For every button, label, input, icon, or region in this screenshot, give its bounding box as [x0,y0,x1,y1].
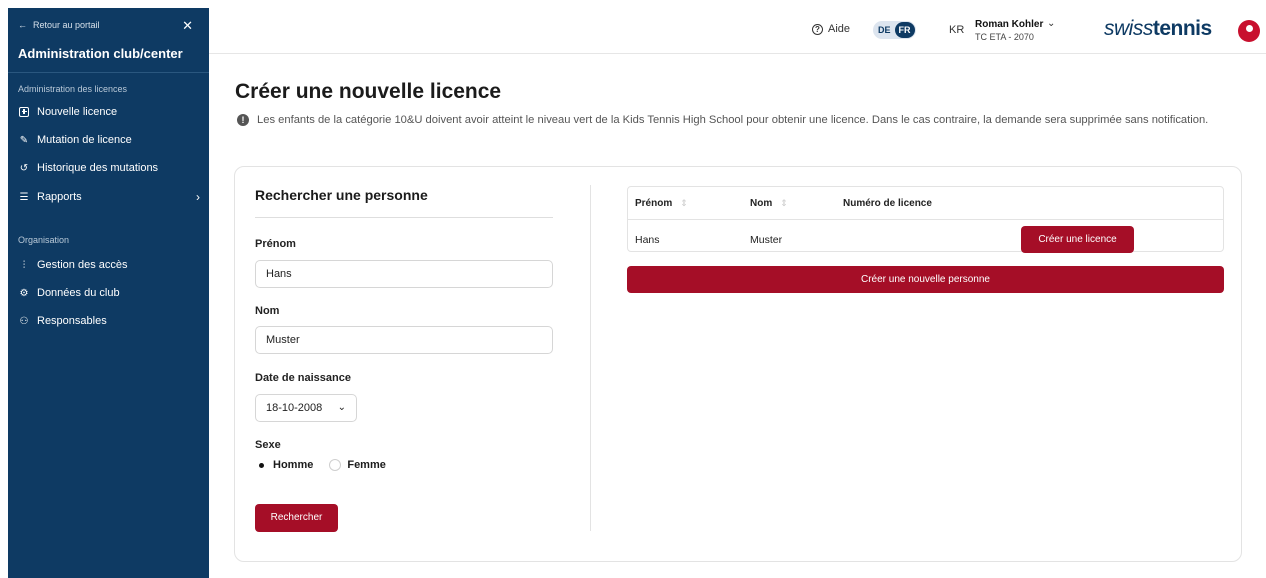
section-license-admin: Administration des licences [18,84,128,94]
gear-icon: ⚙ [19,287,29,299]
sliders-icon: ⫶ [22,259,26,271]
sidebar-divider [8,72,209,73]
last-name-input[interactable]: Muster [255,326,553,354]
help-label: Aide [828,23,851,35]
help-link[interactable]: ? Aide [812,23,850,35]
first-name-label: Prénom [255,238,296,250]
brand-logo-icon [1238,20,1260,42]
back-to-portal-link[interactable]: ← Retour au portail [18,20,100,30]
radio-label: Femme [347,459,386,471]
dob-value: 18-10-2008 [266,402,323,414]
radio-homme[interactable]: Homme [255,459,313,471]
help-icon: ? [812,23,823,35]
sidebar-title: Administration club/center [18,46,183,61]
sidebar-item-label: Données du club [37,287,120,299]
sort-icon[interactable]: ⇕ [780,198,788,208]
info-icon: ! [237,114,249,126]
search-form-header: Rechercher une personne [255,187,553,218]
radio-femme[interactable]: Femme [329,459,386,471]
radio-unselected-icon [329,459,342,471]
sidebar-item-club-data[interactable]: ⚙ Données du club [18,287,200,299]
sidebar: ← Retour au portail ✕ Administration clu… [8,8,209,578]
sidebar-item-label: Responsables [37,315,107,327]
brand-tennis: tennis [1152,17,1212,40]
edit-icon: ✎ [19,134,29,146]
create-new-person-button[interactable]: Créer une nouvelle personne [627,266,1224,293]
history-icon: ↺ [19,162,29,174]
top-header: ? Aide DE FR KR Roman Kohler TC ETA - 20… [209,8,1266,54]
section-organisation: Organisation [18,235,70,245]
users-icon: ⚇ [19,315,29,327]
user-club: TC ETA - 2070 [975,32,1034,42]
sidebar-item-label: Mutation de licence [37,134,132,146]
sidebar-item-responsables[interactable]: ⚇ Responsables [18,315,200,327]
lang-fr-button[interactable]: FR [894,22,915,38]
cell-last-name: Muster [750,234,783,246]
sex-label: Sexe [255,439,281,451]
sidebar-item-mutation-history[interactable]: ↺ Historique des mutations [18,162,200,174]
sidebar-item-license-mutation[interactable]: ✎ Mutation de licence [18,134,200,146]
dob-label: Date de naissance [255,372,351,384]
chevron-down-icon[interactable]: ⌄ [1047,18,1055,29]
plus-box-icon [18,106,30,118]
dob-select[interactable]: 18-10-2008 ⌄ [255,394,357,422]
cell-first-name: Hans [635,234,660,246]
sidebar-item-reports[interactable]: ☰ Rapports › [18,190,200,204]
search-card: Rechercher une personne Prénom Hans Nom … [234,166,1242,562]
brand-swiss: swiss [1104,17,1153,40]
results-table: Prénom ⇕ Nom ⇕ Numéro de licence Hans Must… [627,186,1224,253]
page-title: Créer une nouvelle licence [235,80,502,103]
notice-text: Les enfants de la catégorie 10&U doivent… [257,114,1209,126]
sidebar-item-label: Rapports [37,191,82,203]
column-header-last-name[interactable]: Nom ⇕ [750,198,788,209]
app-root: ← Retour au portail ✕ Administration clu… [0,0,1266,578]
lang-de-button[interactable]: DE [874,22,895,38]
avatar[interactable]: KR [949,24,964,36]
column-header-first-name[interactable]: Prénom ⇕ [635,198,688,209]
search-button[interactable]: Rechercher [255,504,338,532]
sidebar-item-label: Nouvelle licence [37,106,118,118]
close-icon[interactable]: ✕ [182,18,193,34]
panel-divider [590,185,591,531]
sidebar-item-label: Historique des mutations [37,162,159,174]
sex-radio-group: Homme Femme [255,459,386,471]
brand-logo-text: swisstennis [1104,17,1212,41]
column-label: Nom [750,198,773,209]
back-label: Retour au portail [33,20,100,30]
user-name[interactable]: Roman Kohler [975,19,1043,30]
sidebar-item-new-license[interactable]: Nouvelle licence [18,106,200,118]
column-label: Numéro de licence [843,198,932,209]
radio-selected-icon [255,459,267,471]
column-header-license-number: Numéro de licence [843,198,932,209]
column-label: Prénom [635,198,673,209]
chevron-right-icon: › [196,190,200,204]
chevron-down-icon: ⌄ [337,402,346,413]
info-notice: ! Les enfants de la catégorie 10&U doive… [237,110,1247,130]
create-license-button[interactable]: Créer une licence [1021,226,1134,253]
header-row-divider [628,219,1223,220]
arrow-left-icon: ← [18,20,27,30]
radio-label: Homme [273,459,314,471]
list-icon: ☰ [19,191,29,203]
last-name-label: Nom [255,305,280,317]
sidebar-item-access-management[interactable]: ⫶ Gestion des accès [18,259,200,271]
sidebar-item-label: Gestion des accès [37,259,128,271]
sort-icon[interactable]: ⇕ [680,198,688,208]
first-name-input[interactable]: Hans [255,260,553,288]
search-form-title: Rechercher une personne [255,187,553,218]
language-switcher: DE FR [873,21,916,39]
